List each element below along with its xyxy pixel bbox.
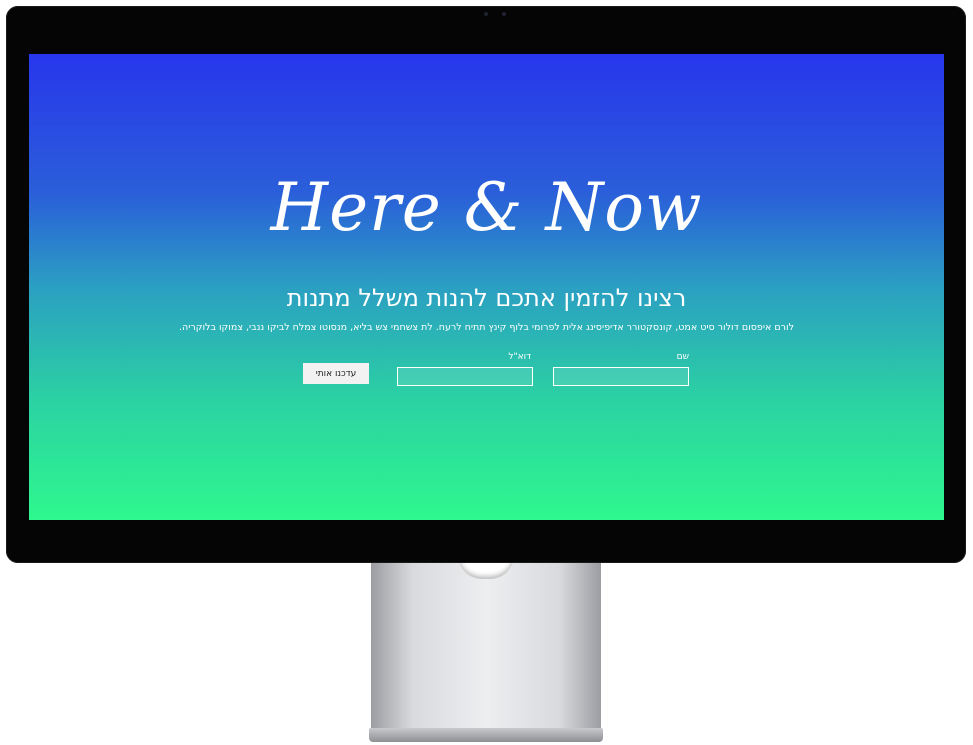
email-field[interactable] bbox=[397, 367, 533, 386]
monitor-stand-foot bbox=[369, 728, 603, 742]
product-mockup: Here & Now רצינו להזמין אתכם להנות משלל … bbox=[0, 0, 973, 745]
monitor-stand-neck bbox=[371, 563, 601, 731]
hero-description: לורם איפסום דולור סיט אמט, קונסקטורר אדי… bbox=[179, 322, 794, 333]
landing-page-screen: Here & Now רצינו להזמין אתכם להנות משלל … bbox=[29, 54, 944, 520]
email-label: דוא"ל bbox=[508, 352, 531, 362]
sensor-icon bbox=[502, 12, 506, 16]
name-field[interactable] bbox=[553, 367, 689, 386]
camera-icon bbox=[484, 12, 488, 16]
hero-title: Here & Now bbox=[270, 169, 703, 246]
hero-subtitle: רצינו להזמין אתכם להנות משלל מתנות bbox=[286, 284, 687, 312]
subscribe-button[interactable]: עדכנו אותי bbox=[303, 363, 369, 384]
monitor-bezel: Here & Now רצינו להזמין אתכם להנות משלל … bbox=[6, 6, 966, 563]
name-label: שם bbox=[676, 352, 689, 362]
